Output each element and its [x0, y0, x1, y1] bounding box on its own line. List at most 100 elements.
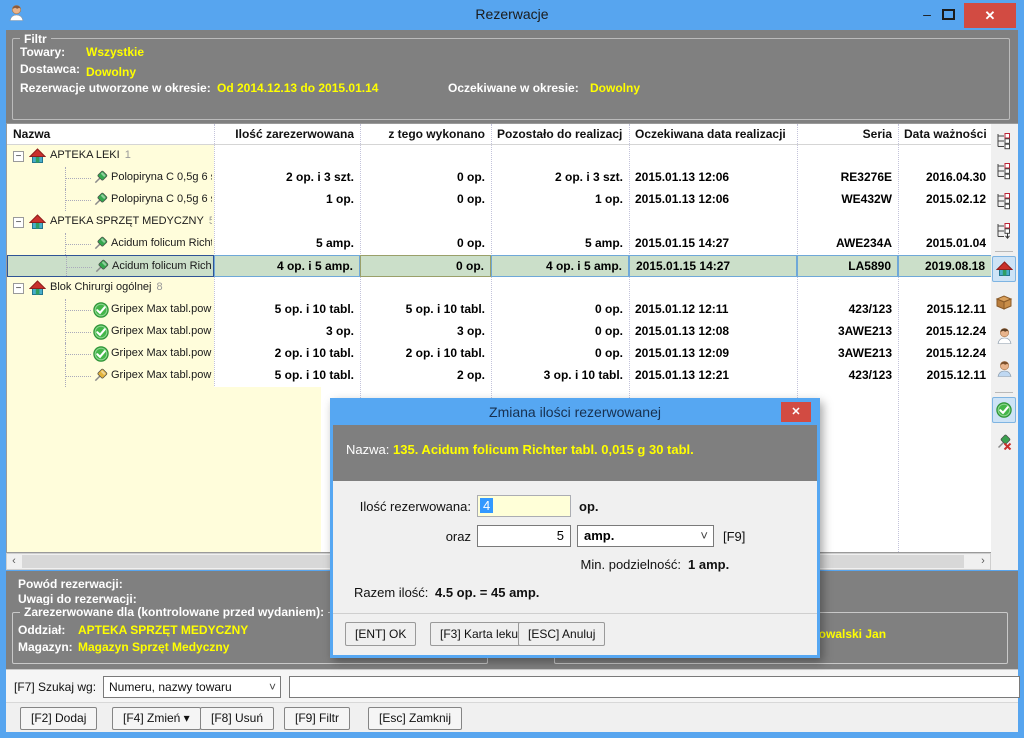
table-cell[interactable]: 1 op. — [214, 189, 360, 211]
table-cell[interactable]: 5 op. i 10 tabl. — [214, 365, 360, 387]
table-cell[interactable]: 0 op. — [491, 343, 629, 365]
table-cell[interactable]: 2 op. i 10 tabl. — [360, 343, 491, 365]
scroll-right-arrow[interactable]: › — [976, 554, 990, 569]
table-cell[interactable] — [629, 211, 797, 233]
table-cell[interactable]: 5 op. i 10 tabl. — [360, 299, 491, 321]
search-input[interactable] — [289, 676, 1020, 698]
unit-select[interactable]: amp. ˅ — [577, 525, 714, 547]
expand-toggle[interactable]: − — [13, 217, 24, 228]
table-cell[interactable]: 2016.04.30 — [898, 167, 991, 189]
oczekiwane-value[interactable]: Dowolny — [590, 81, 640, 95]
table-cell[interactable]: 2 op. i 3 szt. — [214, 167, 360, 189]
table-cell[interactable]: 3 op. i 10 tabl. — [491, 365, 629, 387]
table-row[interactable]: Acidum folicum Richter ta...4 op. i 5 am… — [7, 255, 991, 277]
toolbar-package-icon[interactable] — [992, 289, 1016, 315]
table-cell[interactable]: 5 op. i 10 tabl. — [214, 299, 360, 321]
cell-nazwa[interactable]: Gripex Max tabl.powl. 0,5... — [7, 299, 214, 321]
table-cell[interactable]: 423/123 — [797, 299, 898, 321]
table-cell[interactable]: 3 op. — [360, 321, 491, 343]
table-cell[interactable]: 2015.12.11 — [898, 299, 991, 321]
table-row[interactable]: Gripex Max tabl.powl. 0,5...3 op.3 op.0 … — [7, 321, 991, 343]
toolbar-tree-expand-all-icon[interactable] — [992, 188, 1016, 214]
toolbar-tree-sort-icon[interactable] — [992, 218, 1016, 244]
table-cell[interactable]: 3AWE213 — [797, 321, 898, 343]
table-cell[interactable]: RE3276E — [797, 167, 898, 189]
column-header[interactable]: z tego wykonano — [366, 124, 485, 144]
table-cell[interactable]: 2 op. i 10 tabl. — [214, 343, 360, 365]
column-header[interactable]: Oczekiwana data realizacji — [635, 124, 791, 144]
table-cell[interactable]: WE432W — [797, 189, 898, 211]
table-row[interactable]: Polopiryna C 0,5g 6 szt.5241 op.0 op.1 o… — [7, 189, 991, 211]
table-cell[interactable]: 3 op. — [214, 321, 360, 343]
dialog-button[interactable]: [ESC] Anuluj — [518, 622, 605, 646]
table-cell[interactable]: 2015.01.04 — [898, 233, 991, 255]
table-cell[interactable] — [797, 211, 898, 233]
dialog-button[interactable]: [F3] Karta leku — [430, 622, 528, 646]
table-cell[interactable]: 2015.01.15 14:27 — [629, 255, 797, 277]
table-cell[interactable]: 2019.08.18 — [898, 255, 991, 277]
table-cell[interactable] — [898, 145, 991, 167]
toolbar-doctor-icon[interactable] — [992, 322, 1016, 348]
table-cell[interactable]: 2015.01.13 12:08 — [629, 321, 797, 343]
dialog-close-button[interactable]: ✕ — [781, 402, 811, 422]
maximize-button[interactable] — [942, 9, 955, 20]
cell-nazwa[interactable]: Gripex Max tabl.powl. 0,5... — [7, 343, 214, 365]
table-cell[interactable]: 2015.02.12 — [898, 189, 991, 211]
table-cell[interactable]: 0 op. — [360, 233, 491, 255]
table-cell[interactable]: 2 op. i 3 szt. — [491, 167, 629, 189]
table-cell[interactable] — [898, 277, 991, 299]
table-row[interactable]: Gripex Max tabl.powl. 0,5...5 op. i 10 t… — [7, 299, 991, 321]
table-cell[interactable]: 2015.01.13 12:06 — [629, 189, 797, 211]
table-cell[interactable] — [360, 145, 491, 167]
action-button[interactable]: [Esc] Zamknij — [368, 707, 462, 730]
table-cell[interactable]: 2015.01.15 14:27 — [629, 233, 797, 255]
table-cell[interactable]: 2015.12.24 — [898, 321, 991, 343]
table-cell[interactable] — [797, 145, 898, 167]
minimize-button[interactable]: – — [916, 5, 938, 25]
search-mode-select[interactable]: Numeru, nazwy towaru ˅ — [103, 676, 281, 698]
table-cell[interactable]: 0 op. — [360, 255, 491, 277]
cell-nazwa[interactable]: Gripex Max tabl.powl. 0,5... — [7, 321, 214, 343]
table-row[interactable]: Polopiryna C 0,5g 6 szt.5242 op. i 3 szt… — [7, 167, 991, 189]
cell-nazwa[interactable]: Acidum folicum Richter ta... — [7, 255, 214, 277]
table-cell[interactable]: 5 amp. — [491, 233, 629, 255]
cell-nazwa[interactable]: Gripex Max tabl.powl. 0,5... — [7, 365, 214, 387]
table-cell[interactable] — [629, 277, 797, 299]
table-row[interactable]: −APTEKA LEKI1 — [7, 145, 991, 167]
qty-input[interactable]: 4 — [477, 495, 571, 517]
table-cell[interactable]: AWE234A — [797, 233, 898, 255]
toolbar-tree-expand-icon[interactable] — [992, 158, 1016, 184]
table-cell[interactable]: 2015.01.13 12:06 — [629, 167, 797, 189]
table-cell[interactable]: 2015.01.13 12:21 — [629, 365, 797, 387]
table-cell[interactable]: 2015.12.24 — [898, 343, 991, 365]
column-header[interactable]: Ilość zarezerwowana — [220, 124, 354, 144]
toolbar-patient-icon[interactable] — [992, 355, 1016, 381]
table-cell[interactable]: 4 op. i 5 amp. — [214, 255, 360, 277]
column-header[interactable]: Nazwa — [13, 124, 208, 144]
table-cell[interactable]: 2015.12.11 — [898, 365, 991, 387]
cell-nazwa[interactable]: Polopiryna C 0,5g 6 szt.524 — [7, 189, 214, 211]
table-row[interactable]: Gripex Max tabl.powl. 0,5...5 op. i 10 t… — [7, 365, 991, 387]
dostawca-value[interactable]: Dowolny — [86, 65, 136, 79]
toolbar-tree-collapse-icon[interactable] — [992, 128, 1016, 154]
toolbar-unpin-icon[interactable] — [992, 429, 1016, 455]
table-cell[interactable]: 2015.01.12 12:11 — [629, 299, 797, 321]
cell-nazwa[interactable]: Acidum folicum Richter ta... — [7, 233, 214, 255]
table-cell[interactable] — [491, 277, 629, 299]
table-cell[interactable]: 0 op. — [360, 167, 491, 189]
table-cell[interactable] — [797, 277, 898, 299]
column-header[interactable]: Data ważności — [904, 124, 986, 144]
close-button[interactable]: ✕ — [964, 3, 1016, 28]
action-button[interactable]: [F2] Dodaj — [20, 707, 97, 730]
action-button[interactable]: [F4] Zmień ▾ — [112, 707, 201, 730]
toolbar-department-icon[interactable] — [992, 256, 1016, 282]
cell-nazwa[interactable]: −APTEKA SPRZĘT MEDYCZNY5 — [7, 211, 214, 233]
table-cell[interactable]: 2015.01.13 12:09 — [629, 343, 797, 365]
cell-nazwa[interactable]: Polopiryna C 0,5g 6 szt.524 — [7, 167, 214, 189]
oraz-input[interactable]: 5 — [477, 525, 571, 547]
table-cell[interactable]: 1 op. — [491, 189, 629, 211]
table-row[interactable]: −Blok Chirurgi ogólnej8 — [7, 277, 991, 299]
cell-nazwa[interactable]: −APTEKA LEKI1 — [7, 145, 214, 167]
table-cell[interactable]: 4 op. i 5 amp. — [491, 255, 629, 277]
table-cell[interactable] — [898, 211, 991, 233]
